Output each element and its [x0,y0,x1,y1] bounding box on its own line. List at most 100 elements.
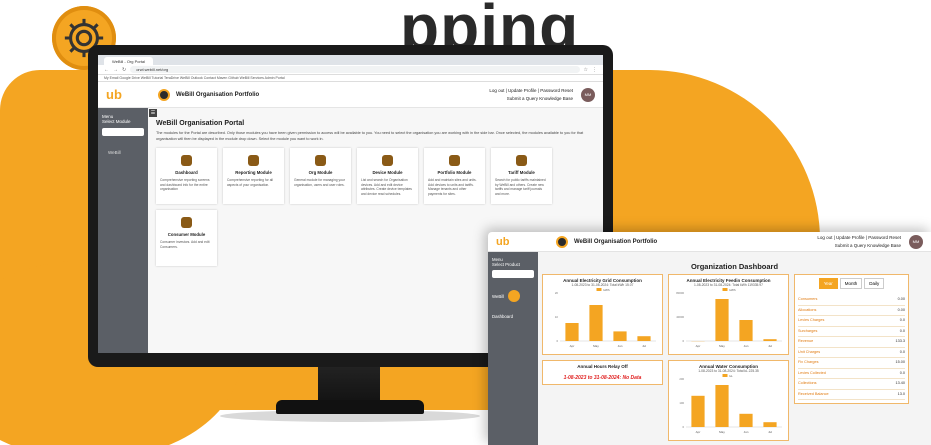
stat-row: Fix Charges 15.00 [798,358,905,369]
x-tick-label: Jun [744,344,749,348]
avatar[interactable]: MM [909,234,923,249]
menu-icon[interactable]: ⋮ [592,67,597,73]
relay-no-data: 1-08-2023 to 31-08-2024: No Data [563,375,642,381]
period-toggle: Year Month Daily [798,278,905,289]
card-description: Add and maintain sites and units. Add de… [428,178,477,196]
stat-row: Collections 13.40 [798,379,905,390]
help-links[interactable]: Submit a Query Knowledge Base [489,95,573,103]
card-title: Portfolio Module [437,170,472,175]
bar [637,336,651,341]
relay-title: Annual Hours Relay Off [577,364,628,369]
sidebar-item-webill[interactable]: WeBill [492,290,534,302]
bar [715,385,729,427]
card-title: Device Module [372,170,403,175]
feedin-consumption-chart: kWh 0 40000 80000 Apr May Jun Jul [676,288,782,348]
x-tick-label: Jun [744,430,749,434]
sidebar-select-label: Select Module [102,119,131,124]
sidebar-item-webill[interactable]: WeBill [102,150,144,155]
water-consumption-chart: kL 0 100 200 Apr May Jun Jul [679,374,782,434]
module-card-dashboard[interactable]: Dashboard Comprehensive reporting screens… [156,148,217,204]
stats-panel: Year Month Daily Consumers 0.00 Allocation… [794,274,909,404]
stat-row: Surcharges 0.0 [798,327,905,337]
y-tick-label: 20 [555,291,559,295]
product-icon [508,290,521,302]
stat-value: 13.40 [895,381,905,385]
forward-icon[interactable]: → [113,67,118,73]
module-card-portfolio[interactable]: Portfolio Module Add and maintain sites a… [424,148,485,204]
card-description: Comprehensive reporting for all aspects … [227,178,273,187]
card-title: Reporting Module [235,170,272,175]
y-tick-label: 40000 [676,315,684,319]
module-select[interactable] [102,128,144,136]
org-icon [556,235,568,248]
stat-value: 0.00 [897,297,905,301]
bar [613,331,627,341]
org-icon [158,88,170,101]
device-icon [382,155,393,166]
dashboard-body: Menu Select Product WeBill Dashboard Org… [488,252,931,445]
avatar[interactable]: MM [581,87,595,102]
stat-row: Levies Collected 0.0 [798,369,905,379]
webill-logo[interactable]: ub [106,87,158,102]
sidebar-item-label: WeBill [492,293,505,299]
dashboard-icon [181,155,192,166]
bar [715,299,729,341]
webill-logo[interactable]: ub [496,236,556,248]
bar [763,422,777,427]
bookmarks-bar[interactable]: My Email Google Drive WeBill Tutorial Te… [98,75,603,82]
module-card-org[interactable]: Org Module General module for managing yo… [290,148,351,204]
y-tick-label: 0 [682,425,684,429]
panel-column-right: Year Month Daily Consumers 0.00 Allocation… [794,274,909,441]
stat-label: Surcharges [798,328,818,333]
sidebar: Menu Select Module WeBill [98,108,148,353]
stat-value: 13.0 [897,391,905,396]
product-select[interactable] [492,270,534,278]
stat-value: 133.3 [895,339,905,343]
address-input[interactable]: orwl.webill.net/org [130,66,580,73]
stat-value: 15.00 [895,360,905,364]
marketing-stage: pping WeBill - Org Portal ← → ↻ orwl.web… [0,0,931,445]
module-card-consumer[interactable]: Consumer Module Consumer investors. Add a… [156,210,217,266]
stat-row: Consumers 0.00 [798,295,905,306]
card-title: Tariff Module [508,170,535,175]
y-tick-label: 200 [679,377,684,381]
bar [763,339,777,341]
x-tick-label: Jul [768,344,772,348]
stats-list: Consumers 0.00 Allocations 0.00 Levies Charg… [798,295,905,400]
star-icon[interactable]: ☆ [584,67,588,73]
browser-tab[interactable]: WeBill - Org Portal [104,57,154,65]
stat-value: 0.0 [899,318,905,322]
account-links[interactable]: Log out | Update Profile | Password Rese… [817,234,901,242]
card-title: Consumer Module [167,232,206,237]
period-year-button[interactable]: Year [818,278,838,289]
reload-icon[interactable]: ↻ [122,67,126,73]
bar [589,305,603,341]
header-links: Log out | Update Profile | Password Rese… [817,234,901,250]
dashboard-header: ub WeBill Organisation Portfolio Log out… [488,232,931,252]
stat-label: Received Balance [798,391,829,396]
bar [565,323,579,341]
account-links[interactable]: Log out | Update Profile | Password Rese… [489,87,573,95]
x-tick-label: May [719,430,725,434]
period-daily-button[interactable]: Daily [864,278,885,289]
grid-consumption-chart: kWh 0 10 20 Apr May Jun Jul [555,288,656,348]
monitor-base [276,400,424,414]
module-card-reporting[interactable]: Reporting Module Comprehensive reporting … [223,148,284,204]
back-icon[interactable]: ← [104,67,109,73]
legend-swatch [596,288,602,291]
dashboard-main: Organization Dashboard Annual Electricit… [538,252,931,445]
collapse-sidebar-button[interactable]: ☰ [149,109,157,117]
bar [739,413,753,427]
sidebar-item-dashboard[interactable]: Dashboard [492,314,534,319]
help-links[interactable]: Submit a Query Knowledge Base [817,242,901,250]
module-card-device[interactable]: Device Module List and search for Organis… [357,148,418,204]
stat-label: Levies Charges [798,318,825,322]
dashboard-panels: Annual Electricity Grid Consumption 1-08… [542,274,927,441]
card-title: Dashboard [175,170,198,175]
module-card-tariff[interactable]: Tariff Module Search for public tariffs m… [491,148,552,204]
period-month-button[interactable]: Month [839,278,863,289]
x-tick-label: May [719,344,725,348]
tariff-icon [516,155,527,166]
briefcase-icon [449,155,460,166]
stat-value: 0.00 [897,307,905,312]
